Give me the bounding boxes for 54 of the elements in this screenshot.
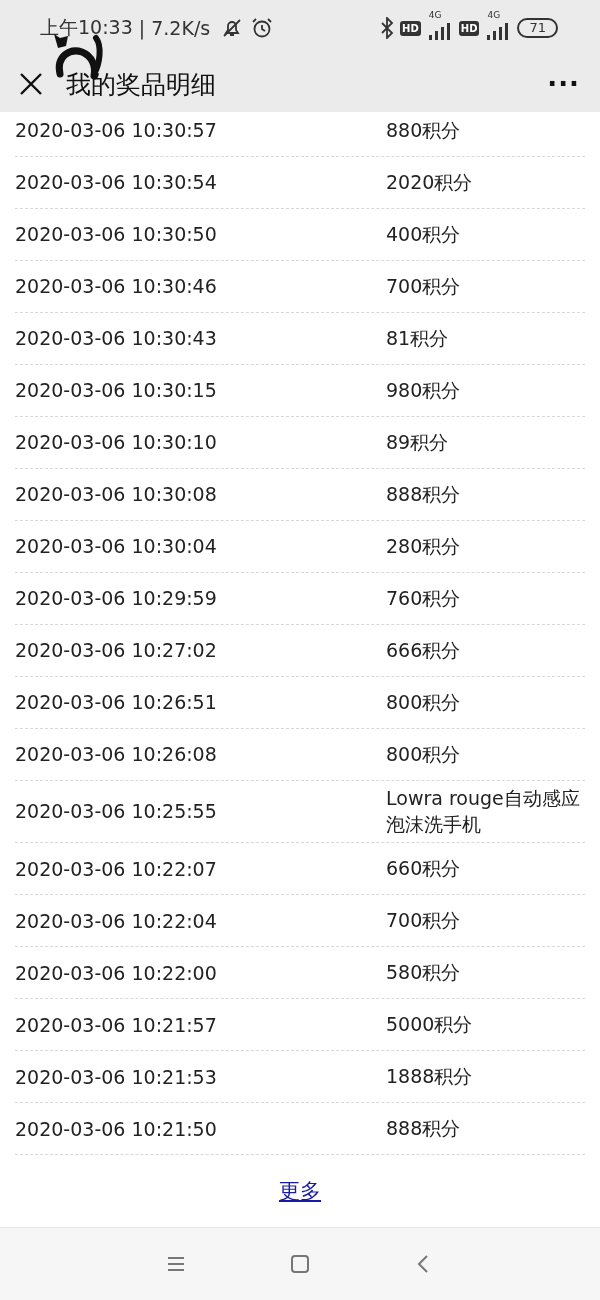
- record-time: 2020-03-06 10:22:04: [15, 909, 218, 932]
- prize-text: 400积分: [386, 222, 462, 247]
- prize-text: 580积分: [386, 960, 462, 986]
- bluetooth-icon: [380, 17, 395, 39]
- home-icon[interactable]: [288, 1252, 312, 1276]
- record-time: 2020-03-06 10:30:43: [15, 327, 218, 350]
- prize-text: 89积分: [386, 430, 450, 455]
- record-time: 2020-03-06 10:25:55: [15, 800, 218, 823]
- prize-text: 760积分: [386, 586, 462, 611]
- prize-text: 880积分: [386, 118, 462, 143]
- close-icon[interactable]: [18, 71, 44, 97]
- network-speed: | 7.2K/s: [138, 17, 211, 39]
- record-time: 2020-03-06 10:22:00: [15, 961, 218, 984]
- status-time: 上午10:33: [40, 15, 133, 40]
- record-time: 2020-03-06 10:21:57: [15, 1013, 218, 1036]
- prize-text: 888积分: [386, 482, 462, 507]
- more-link[interactable]: 更多: [279, 1177, 321, 1205]
- record-time: 2020-03-06 10:21:50: [15, 1117, 218, 1140]
- prize-text: 800积分: [386, 742, 462, 767]
- prize-text: 700积分: [386, 274, 462, 299]
- record-time: 2020-03-06 10:30:57: [15, 119, 218, 142]
- more-menu-button[interactable]: ···: [547, 69, 580, 99]
- prize-text: 666积分: [386, 638, 462, 663]
- record-time: 2020-03-06 10:30:46: [15, 275, 218, 298]
- record-time: 2020-03-06 10:22:07: [15, 857, 218, 880]
- prize-text: Lowra rouge自动感应泡沫洗手机: [386, 785, 581, 838]
- record-time: 2020-03-06 10:30:50: [15, 223, 218, 246]
- battery-indicator: 71: [517, 18, 558, 38]
- hd-badge: HD: [458, 20, 480, 36]
- prize-text: 280积分: [386, 534, 462, 559]
- network-type: 4G: [487, 10, 501, 20]
- prize-text: 888积分: [386, 1116, 462, 1142]
- record-time: 2020-03-06 10:30:04: [15, 535, 218, 558]
- record-time: 2020-03-06 10:26:08: [15, 743, 218, 766]
- prize-text: 2020积分: [386, 170, 474, 195]
- prize-text: 1888积分: [386, 1064, 474, 1090]
- record-time: 2020-03-06 10:30:08: [15, 483, 218, 506]
- prize-text: 5000积分: [386, 1012, 474, 1038]
- network-type: 4G: [428, 10, 442, 20]
- record-time: 2020-03-06 10:30:15: [15, 379, 218, 402]
- page-title: 我的奖品明细: [66, 68, 216, 101]
- prize-text: 800积分: [386, 690, 462, 715]
- record-time: 2020-03-06 10:30:10: [15, 431, 218, 454]
- signal-icon: [426, 22, 453, 40]
- record-time: 2020-03-06 10:21:53: [15, 1065, 218, 1088]
- prize-text: 700积分: [386, 908, 462, 934]
- record-time: 2020-03-06 10:27:02: [15, 639, 218, 662]
- record-time: 2020-03-06 10:29:59: [15, 587, 218, 610]
- hd-badge: HD: [400, 20, 421, 36]
- prize-text: 81积分: [386, 326, 450, 351]
- record-time: 2020-03-06 10:30:54: [15, 171, 218, 194]
- record-time: 2020-03-06 10:26:51: [15, 691, 218, 714]
- prize-text: 980积分: [386, 378, 462, 403]
- prize-text: 660积分: [386, 856, 462, 882]
